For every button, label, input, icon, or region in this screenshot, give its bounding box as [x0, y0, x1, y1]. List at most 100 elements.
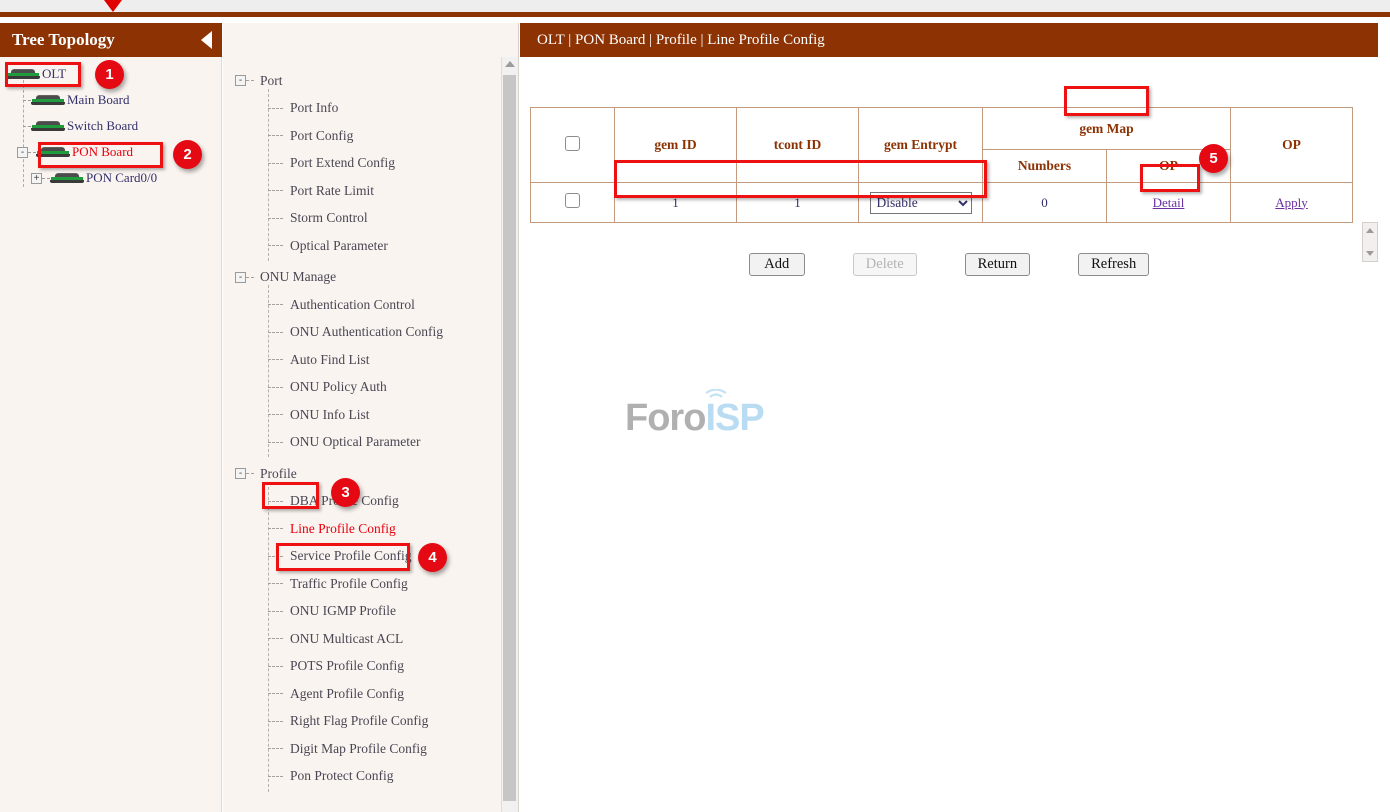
menu-item-auto-find-list[interactable]: Auto Find List: [223, 346, 501, 374]
menu-group-onu-manage[interactable]: - ONU Manage: [223, 264, 501, 292]
step-badge-5: 5: [1199, 144, 1228, 173]
menu-expander-collapse-icon[interactable]: -: [235, 272, 246, 283]
menu-item-onu-info-list[interactable]: ONU Info List: [223, 401, 501, 429]
tree-topology-header: Tree Topology: [0, 23, 222, 57]
menu-dash: [268, 304, 283, 305]
scroll-up-arrow-icon[interactable]: [505, 61, 515, 67]
tree-item-main-board[interactable]: Main Board: [0, 87, 222, 113]
menu-item-storm-control[interactable]: Storm Control: [223, 205, 501, 233]
step-badge-2: 2: [173, 140, 202, 169]
menu-dash: [268, 583, 283, 584]
menu-item-label: Pon Protect Config: [287, 768, 394, 784]
menu-item-label: ONU Multicast ACL: [287, 631, 403, 647]
step-badge-1: 1: [95, 60, 124, 89]
menu-item-right-flag-profile-config[interactable]: Right Flag Profile Config: [223, 708, 501, 736]
menu-item-label: Port Info: [287, 100, 338, 116]
menu-dash: [268, 666, 283, 667]
refresh-button[interactable]: Refresh: [1078, 253, 1149, 276]
feature-menu-panel: - Port Port Info Port Config Port Extend…: [223, 23, 519, 812]
highlight-menu-profile: [262, 482, 319, 509]
device-icon: [50, 173, 84, 184]
tree-topology-title: Tree Topology: [12, 30, 115, 50]
menu-dash: [268, 442, 283, 443]
menu-dash: [246, 473, 254, 474]
menu-item-label: Port Rate Limit: [287, 183, 374, 199]
menu-item-label: ONU IGMP Profile: [287, 603, 396, 619]
select-all-cell[interactable]: [531, 108, 615, 183]
delete-button: Delete: [853, 253, 917, 276]
menu-item-pots-profile-config[interactable]: POTS Profile Config: [223, 653, 501, 681]
highlight-menu-line-profile-config: [276, 543, 410, 571]
menu-item-traffic-profile-config[interactable]: Traffic Profile Config: [223, 570, 501, 598]
triangle-left-icon[interactable]: [201, 31, 212, 49]
menu-item-port-config[interactable]: Port Config: [223, 122, 501, 150]
menu-item-digit-map-profile-config[interactable]: Digit Map Profile Config: [223, 735, 501, 763]
table-header-row-1: gem ID tcont ID gem Entrypt gem Map OP: [531, 108, 1353, 150]
menu-item-port-extend-config[interactable]: Port Extend Config: [223, 150, 501, 178]
content-panel: OLT | PON Board | Profile | Line Profile…: [520, 23, 1378, 812]
tree-dash: [28, 152, 36, 153]
menu-dash: [268, 332, 283, 333]
menu-group-port[interactable]: - Port: [223, 67, 501, 95]
menu-dash: [268, 721, 283, 722]
menu-dash: [268, 611, 283, 612]
menu-item-authentication-control[interactable]: Authentication Control: [223, 291, 501, 319]
menu-item-label: ONU Policy Auth: [287, 379, 387, 395]
menu-item-label: Port Config: [287, 128, 353, 144]
highlight-tree-pon-board: [38, 142, 163, 168]
menu-item-port-rate-limit[interactable]: Port Rate Limit: [223, 177, 501, 205]
menu-item-label: Authentication Control: [287, 297, 415, 313]
row-apply-link[interactable]: Apply: [1275, 195, 1308, 210]
menu-item-label: ONU Authentication Config: [287, 324, 443, 340]
return-button[interactable]: Return: [965, 253, 1030, 276]
tree-item-label: Main Board: [67, 92, 129, 108]
highlight-gem-map-header: [1064, 86, 1149, 116]
scroll-up-arrow-icon[interactable]: [1366, 228, 1374, 233]
row-checkbox[interactable]: [565, 193, 580, 208]
menu-item-port-info[interactable]: Port Info: [223, 95, 501, 123]
menu-item-label: Agent Profile Config: [287, 686, 404, 702]
menu-item-label: Line Profile Config: [287, 521, 396, 537]
menu-item-onu-optical-parameter[interactable]: ONU Optical Parameter: [223, 429, 501, 457]
menu-dash: [268, 245, 283, 246]
menu-dash: [268, 218, 283, 219]
highlight-tree-olt: [5, 62, 81, 87]
tree-expander-expand-icon[interactable]: +: [31, 173, 42, 184]
tree-expander-collapse-icon[interactable]: -: [17, 147, 28, 158]
menu-item-onu-igmp-profile[interactable]: ONU IGMP Profile: [223, 598, 501, 626]
menu-item-onu-authentication-config[interactable]: ONU Authentication Config: [223, 319, 501, 347]
step-badge-4: 4: [418, 543, 447, 572]
header-op: OP: [1231, 108, 1353, 183]
menu-expander-collapse-icon[interactable]: -: [235, 75, 246, 86]
add-button[interactable]: Add: [749, 253, 805, 276]
device-icon: [31, 121, 65, 132]
select-all-checkbox[interactable]: [565, 136, 580, 151]
row-select-cell[interactable]: [531, 183, 615, 223]
watermark-text-primary: Foro: [625, 397, 705, 439]
menu-dash: [246, 80, 254, 81]
menu-item-onu-policy-auth[interactable]: ONU Policy Auth: [223, 374, 501, 402]
menu-dash: [268, 638, 283, 639]
tree-item-label: Switch Board: [67, 118, 138, 134]
menu-item-onu-multicast-acl[interactable]: ONU Multicast ACL: [223, 625, 501, 653]
tree-item-switch-board[interactable]: Switch Board: [0, 113, 222, 139]
row-gem-map-detail-link[interactable]: Detail: [1153, 195, 1185, 210]
menu-item-label: ONU Info List: [287, 407, 370, 423]
menu-item-pon-protect-config[interactable]: Pon Protect Config: [223, 763, 501, 791]
top-gray-strip: [0, 0, 1390, 12]
menu-item-label: Storm Control: [287, 210, 368, 226]
menu-item-optical-parameter[interactable]: Optical Parameter: [223, 232, 501, 260]
menu-item-label: Auto Find List: [287, 352, 370, 368]
foroisp-watermark: ForoISP: [625, 397, 775, 453]
menu-expander-collapse-icon[interactable]: -: [235, 468, 246, 479]
menu-item-label: ONU Optical Parameter: [287, 434, 420, 450]
menu-dash: [268, 776, 283, 777]
tree-dash: [23, 126, 31, 127]
antenna-icon: [701, 389, 731, 411]
menu-item-line-profile-config[interactable]: Line Profile Config: [223, 515, 501, 543]
row-op-cell[interactable]: Apply: [1231, 183, 1353, 223]
menu-dash: [246, 277, 254, 278]
menu-scrollbar-thumb[interactable]: [503, 75, 516, 801]
menu-group-label: ONU Manage: [257, 269, 336, 285]
menu-item-agent-profile-config[interactable]: Agent Profile Config: [223, 680, 501, 708]
